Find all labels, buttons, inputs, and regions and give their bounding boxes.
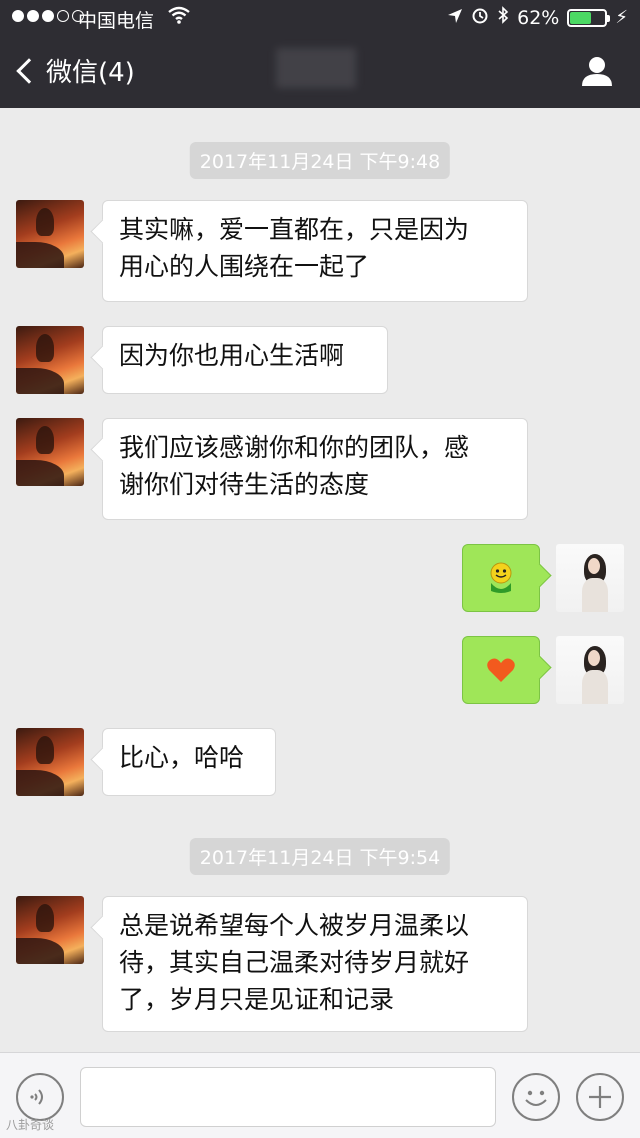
nav-bar: 微信(4) xyxy=(0,44,640,104)
timestamp: 2017年11月24日 下午9:48 xyxy=(189,142,451,179)
avatar-contact[interactable] xyxy=(16,728,84,796)
timestamp: 2017年11月24日 下午9:54 xyxy=(189,838,451,875)
avatar-self[interactable] xyxy=(556,636,624,704)
contact-profile-icon[interactable] xyxy=(580,54,614,88)
message-bubble-received[interactable]: 比心，哈哈 xyxy=(102,728,276,796)
avatar-self[interactable] xyxy=(556,544,624,612)
avatar-contact[interactable] xyxy=(16,326,84,394)
signal-strength-icon xyxy=(12,10,84,22)
message-text: 我们应该感谢你和你的团队，感 谢你们对待生活的态度 xyxy=(119,433,470,499)
message-text: 总是说希望每个人被岁月温柔以 待，其实自己温柔对待岁月就好 了，岁月只是见证和记… xyxy=(119,911,470,1014)
heart-emoji xyxy=(487,658,515,682)
message-text: 比心，哈哈 xyxy=(119,743,245,772)
chevron-left-icon xyxy=(16,57,42,84)
message-bubble-received[interactable]: 总是说希望每个人被岁月温柔以 待，其实自己温柔对待岁月就好 了，岁月只是见证和记… xyxy=(102,896,528,1032)
charging-bolt-icon: ⚡ xyxy=(615,7,628,28)
plus-icon xyxy=(589,1086,611,1108)
carrier-name: 中国电信 xyxy=(78,10,155,32)
green-smiley-emoji xyxy=(490,562,512,593)
blurred-chat-title xyxy=(276,48,356,88)
smiley-face-icon xyxy=(525,1090,547,1106)
message-text: 因为你也用心生活啊 xyxy=(119,341,345,370)
top-bar: 中国电信 62% ⚡ 微信(4) xyxy=(0,0,640,108)
more-options-button[interactable] xyxy=(576,1073,624,1121)
location-arrow-icon xyxy=(447,7,463,29)
voice-input-button[interactable] xyxy=(16,1073,64,1121)
message-text: 其实嘛，爱一直都在，只是因为 用心的人围绕在一起了 xyxy=(119,215,470,281)
battery-level-fill xyxy=(570,11,592,24)
avatar-contact[interactable] xyxy=(16,418,84,486)
alarm-clock-icon xyxy=(471,6,489,29)
emoji-button[interactable] xyxy=(512,1073,560,1121)
back-button[interactable]: 微信(4) xyxy=(14,52,135,89)
chat-area[interactable]: 2017年11月24日 下午9:48 其实嘛，爱一直都在，只是因为 用心的人围绕… xyxy=(0,108,640,1052)
watermark: 八卦奇谈 xyxy=(6,1118,55,1132)
message-bubble-received[interactable]: 因为你也用心生活啊 xyxy=(102,326,388,394)
message-bubble-sent[interactable] xyxy=(462,636,540,704)
message-bubble-received[interactable]: 我们应该感谢你和你的团队，感 谢你们对待生活的态度 xyxy=(102,418,528,520)
input-bar xyxy=(0,1052,640,1138)
avatar-contact[interactable] xyxy=(16,896,84,964)
voice-icon xyxy=(30,1089,43,1105)
status-bar: 中国电信 62% ⚡ xyxy=(0,0,640,36)
battery-percent: 62% xyxy=(517,6,560,29)
back-label: 微信(4) xyxy=(46,58,135,88)
message-bubble-sent[interactable] xyxy=(462,544,540,612)
message-input[interactable] xyxy=(80,1067,496,1127)
battery-icon xyxy=(567,8,611,27)
bluetooth-icon xyxy=(497,6,509,29)
avatar-contact[interactable] xyxy=(16,200,84,268)
message-bubble-received[interactable]: 其实嘛，爱一直都在，只是因为 用心的人围绕在一起了 xyxy=(102,200,528,302)
wifi-icon xyxy=(168,6,190,29)
